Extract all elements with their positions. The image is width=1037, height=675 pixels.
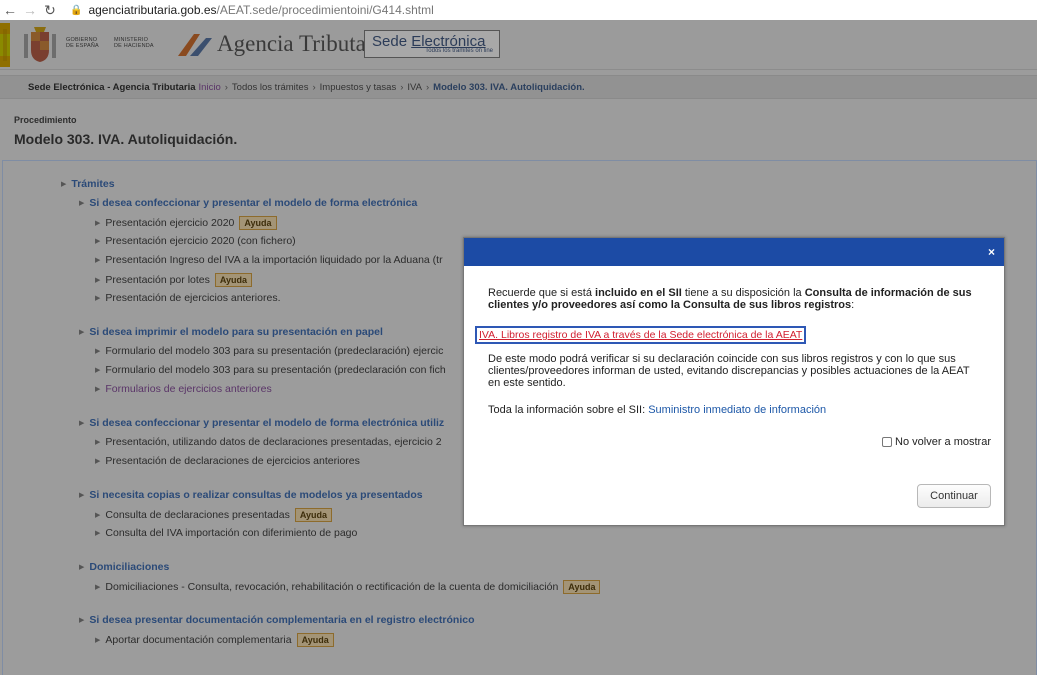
checkbox-icon[interactable] xyxy=(882,437,893,447)
caret-right-icon: ▶ xyxy=(95,257,101,264)
breadcrumb-item-inicio[interactable]: Inicio xyxy=(199,82,221,93)
caret-right-icon: ▶ xyxy=(95,348,101,355)
page-overlay: GOBIERNO DE ESPAÑA MINISTERIO DE HACIENDA … xyxy=(0,20,1037,675)
list-item[interactable]: ▶ Presentación ejercicio 2020 Ayuda xyxy=(95,216,277,230)
no-volver-mostrar-checkbox[interactable]: No volver a mostrar xyxy=(882,436,991,448)
caret-right-icon: ▶ xyxy=(95,386,101,393)
caret-right-icon: ▶ xyxy=(79,329,85,336)
list-item[interactable]: ▶ Presentación de ejercicios anteriores. xyxy=(95,292,280,304)
list-item[interactable]: ▶ Presentación, utilizando datos de decla… xyxy=(95,436,442,448)
caret-right-icon: ▶ xyxy=(79,200,85,207)
caret-right-icon: ▶ xyxy=(79,492,85,499)
list-item[interactable]: ▶ Presentación de declaraciones de ejerci… xyxy=(95,455,360,467)
checkbox-label: No volver a mostrar xyxy=(895,436,991,448)
caret-right-icon: ▶ xyxy=(95,637,101,644)
forward-arrow-icon[interactable]: → xyxy=(20,0,40,20)
caret-right-icon: ▶ xyxy=(79,420,85,427)
list-item[interactable]: ▶ Formulario del modelo 303 para su prese… xyxy=(95,364,446,376)
address-bar[interactable]: 🔒 agenciatributaria.gob.es/AEAT.sede/pro… xyxy=(70,0,434,20)
coat-of-arms-icon xyxy=(24,27,56,62)
caret-right-icon: ▶ xyxy=(95,367,101,374)
dialog-explanation: De este modo podrá verificar si su decla… xyxy=(488,353,970,389)
list-item[interactable]: ▶ Formulario del modelo 303 para su prese… xyxy=(95,345,443,357)
browser-toolbar: ← → ↻ 🔒 agenciatributaria.gob.es/AEAT.se… xyxy=(0,0,1037,20)
help-button[interactable]: Ayuda xyxy=(294,508,333,522)
ministerio-text: MINISTERIO DE HACIENDA xyxy=(114,37,154,49)
lock-icon: 🔒 xyxy=(70,4,83,16)
help-button[interactable]: Ayuda xyxy=(214,273,253,287)
url-host: agenciatributaria.gob.es xyxy=(88,3,217,17)
procedure-label: Procedimiento xyxy=(14,115,77,125)
list-item[interactable]: ▶ Presentación por lotes Ayuda xyxy=(95,273,253,287)
help-button[interactable]: Ayuda xyxy=(239,216,277,230)
libros-registro-link[interactable]: IVA. Libros registro de IVA a través de … xyxy=(475,326,807,344)
caret-right-icon: ▶ xyxy=(79,617,85,624)
list-item[interactable]: ▶ Consulta del IVA importación con diferi… xyxy=(95,527,357,539)
tree-node-tramites[interactable]: ▶ Trámites xyxy=(61,178,115,190)
caret-right-icon: ▶ xyxy=(95,295,101,302)
agencia-tributaria-logo-icon[interactable] xyxy=(176,32,214,58)
section-consultas[interactable]: ▶ Si necesita copias o realizar consultas… xyxy=(79,489,423,501)
back-arrow-icon[interactable]: ← xyxy=(0,0,20,20)
close-icon[interactable]: × xyxy=(988,245,995,259)
section-papel[interactable]: ▶ Si desea imprimir el modelo para su pre… xyxy=(79,326,383,338)
help-button[interactable]: Ayuda xyxy=(296,633,334,647)
section-electronica[interactable]: ▶ Si desea confeccionar y presentar el mo… xyxy=(79,197,417,209)
gobierno-text: GOBIERNO DE ESPAÑA xyxy=(66,37,99,49)
sii-info-dialog: × Recuerde que si está incluido en el SI… xyxy=(463,237,1005,526)
sede-subtitle: Todos los trámites on line xyxy=(425,48,493,54)
url-path: /AEAT.sede/procedimientoini/G414.shtml xyxy=(216,3,434,17)
breadcrumb-item-impuestos[interactable]: Impuestos y tasas xyxy=(320,82,397,93)
breadcrumb-item-iva[interactable]: IVA xyxy=(407,82,422,93)
dialog-message: Recuerde que si está incluido en el SII … xyxy=(488,287,972,311)
caret-right-icon: ▶ xyxy=(95,238,101,245)
section-domiciliaciones[interactable]: ▶ Domiciliaciones xyxy=(79,561,169,573)
section-documentacion[interactable]: ▶ Si desea presentar documentación comple… xyxy=(79,614,475,626)
list-item[interactable]: ▶ Presentación ejercicio 2020 (con ficher… xyxy=(95,235,296,247)
dialog-sii-info: Toda la información sobre el SII: Sumini… xyxy=(488,404,827,416)
caret-right-icon: ▶ xyxy=(95,277,101,284)
caret-right-icon: ▶ xyxy=(95,512,101,519)
reload-icon[interactable]: ↻ xyxy=(40,0,60,20)
sii-link[interactable]: Suministro inmediato de información xyxy=(648,404,826,416)
breadcrumb-item-todos-tramites[interactable]: Todos los trámites xyxy=(232,82,309,93)
dialog-header: × xyxy=(464,238,1004,266)
caret-right-icon: ▶ xyxy=(95,439,101,446)
list-item[interactable]: ▶ Aportar documentación complementaria Ayu… xyxy=(95,633,334,647)
breadcrumb-current: Modelo 303. IVA. Autoliquidación. xyxy=(433,81,585,93)
caret-right-icon: ▶ xyxy=(95,220,101,227)
list-item[interactable]: ▶ Formularios de ejercicios anteriores xyxy=(95,383,272,395)
caret-right-icon: ▶ xyxy=(95,458,101,465)
continue-button[interactable]: Continuar xyxy=(917,484,991,508)
list-item[interactable]: ▶ Presentación Ingreso del IVA a la impor… xyxy=(95,254,443,266)
site-header: GOBIERNO DE ESPAÑA MINISTERIO DE HACIENDA … xyxy=(0,20,1037,70)
page-title: Modelo 303. IVA. Autoliquidación. xyxy=(14,131,238,147)
spain-flag-icon xyxy=(0,23,10,67)
list-item[interactable]: ▶ Consulta de declaraciones presentadas Ay… xyxy=(95,508,333,522)
section-datos-presentadas[interactable]: ▶ Si desea confeccionar y presentar el mo… xyxy=(79,417,444,429)
caret-right-icon: ▶ xyxy=(79,564,85,571)
breadcrumb-home: Sede Electrónica - Agencia Tributaria xyxy=(28,81,196,93)
list-item[interactable]: ▶ Domiciliaciones - Consulta, revocación,… xyxy=(95,580,601,594)
caret-right-icon: ▶ xyxy=(95,584,101,591)
help-button[interactable]: Ayuda xyxy=(563,580,601,594)
caret-right-icon: ▶ xyxy=(95,530,101,537)
breadcrumb: Sede Electrónica - Agencia Tributaria In… xyxy=(0,75,1037,99)
caret-right-icon: ▶ xyxy=(61,181,67,188)
sede-electronica-logo[interactable]: Sede Electrónica Todos los trámites on l… xyxy=(364,30,500,58)
